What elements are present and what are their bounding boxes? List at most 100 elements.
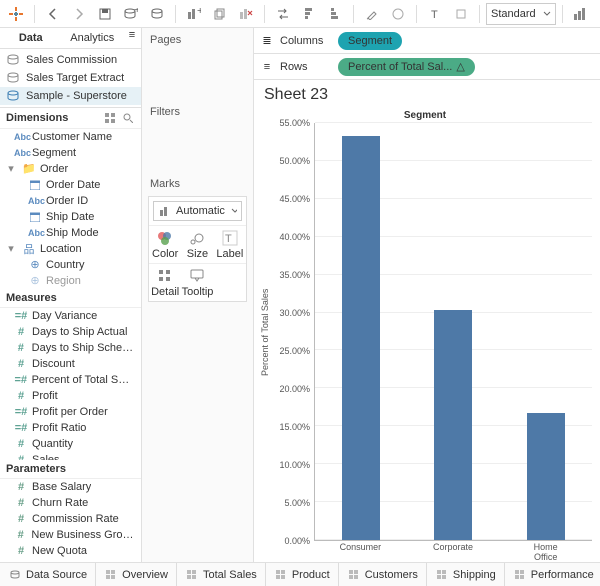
data-source-item[interactable]: Sample - Superstore	[0, 87, 141, 105]
filters-shelf[interactable]	[148, 124, 247, 164]
save-button[interactable]	[93, 3, 117, 25]
search-icon[interactable]	[121, 111, 135, 125]
field-segment[interactable]: AbcSegment	[0, 145, 141, 161]
highlight-button[interactable]	[360, 3, 384, 25]
string-type-icon: Abc	[14, 148, 28, 158]
data-source-item[interactable]: Sales Commission	[0, 51, 141, 69]
y-tick-label: 55.00%	[279, 118, 310, 128]
x-tick-label: Consumer	[314, 541, 407, 562]
field-measure[interactable]: #Profit	[0, 388, 141, 404]
field-order-date[interactable]: Order Date	[0, 177, 141, 193]
field-measure[interactable]: =#Percent of Total Sales	[0, 372, 141, 388]
field-ship-mode[interactable]: AbcShip Mode	[0, 225, 141, 241]
fit-dropdown[interactable]: Standard	[486, 3, 556, 25]
dashboard-icon	[513, 568, 527, 582]
field-measure[interactable]: #Quantity	[0, 436, 141, 452]
clear-sheet-button[interactable]	[234, 3, 258, 25]
sheet-tab[interactable]: Data Source	[0, 563, 96, 586]
new-worksheet-button[interactable]: +	[182, 3, 206, 25]
chevron-down-icon	[231, 207, 237, 215]
labels-button[interactable]: T	[423, 3, 447, 25]
number-type-icon: #	[14, 326, 28, 338]
sheet-tab[interactable]: Performance	[505, 563, 600, 586]
marks-empty-cell	[214, 263, 246, 301]
marks-tooltip-button[interactable]: Tooltip	[181, 263, 213, 301]
bar[interactable]	[527, 413, 565, 540]
datasource-icon	[6, 71, 20, 85]
field-country[interactable]: ⊕Country	[0, 257, 141, 273]
bar[interactable]	[434, 310, 472, 540]
field-customer-name[interactable]: AbcCustomer Name	[0, 129, 141, 145]
view-pane: ≣Columns Segment ≡Rows Percent of Total …	[254, 28, 600, 562]
field-parameter[interactable]: #Churn Rate	[0, 495, 141, 511]
dashboard-icon	[104, 568, 118, 582]
rows-shelf[interactable]: ≡Rows Percent of Total Sal...△	[254, 54, 600, 80]
field-measure[interactable]: =#Profit per Order	[0, 404, 141, 420]
folder-order[interactable]: ▾📁Order	[0, 161, 141, 177]
field-parameter[interactable]: #Base Salary	[0, 479, 141, 495]
pane-options-icon[interactable]: ≡	[123, 28, 141, 42]
number-type-icon: #	[14, 438, 28, 450]
sheet-title[interactable]: Sheet 23	[254, 80, 600, 106]
format-button[interactable]	[449, 3, 473, 25]
field-measure[interactable]: #Days to Ship Actual	[0, 324, 141, 340]
pages-shelf[interactable]	[148, 52, 247, 92]
sheet-tab[interactable]: Total Sales	[177, 563, 266, 586]
y-tick-label: 30.00%	[279, 308, 310, 318]
show-me-button[interactable]	[569, 3, 593, 25]
marks-detail-button[interactable]: Detail	[149, 263, 181, 301]
field-parameter[interactable]: #New Quota	[0, 543, 141, 559]
field-measure[interactable]: =#Day Variance	[0, 308, 141, 324]
new-data-source-button[interactable]: +	[119, 3, 143, 25]
sort-asc-button[interactable]	[297, 3, 321, 25]
marks-type-dropdown[interactable]: Automatic	[153, 201, 242, 221]
field-order-id[interactable]: AbcOrder ID	[0, 193, 141, 209]
marks-color-button[interactable]: Color	[149, 225, 181, 263]
pause-auto-updates-button[interactable]	[145, 3, 169, 25]
columns-shelf[interactable]: ≣Columns Segment	[254, 28, 600, 54]
back-button[interactable]	[41, 3, 65, 25]
y-axis-label: Percent of Total Sales	[258, 123, 272, 541]
y-tick-label: 25.00%	[279, 346, 310, 356]
view-as-icon[interactable]	[103, 111, 117, 125]
chart-plot[interactable]	[314, 123, 592, 541]
field-measure[interactable]: #Days to Ship Sched...	[0, 340, 141, 356]
field-ship-date[interactable]: Ship Date	[0, 209, 141, 225]
field-parameter[interactable]: #Commission Rate	[0, 511, 141, 527]
field-measure[interactable]: #Sales	[0, 452, 141, 460]
dimensions-header: Dimensions	[0, 108, 141, 129]
field-measure[interactable]: =#Profit Ratio	[0, 420, 141, 436]
calc-number-type-icon: =#	[14, 310, 28, 322]
rows-pill[interactable]: Percent of Total Sal...△	[338, 58, 475, 76]
number-type-icon: #	[14, 513, 28, 525]
forward-button[interactable]	[67, 3, 91, 25]
tab-analytics[interactable]: Analytics	[62, 28, 124, 48]
number-type-icon: #	[14, 358, 28, 370]
y-tick-label: 20.00%	[279, 384, 310, 394]
sheet-tab[interactable]: Product	[266, 563, 339, 586]
bar[interactable]	[342, 136, 380, 540]
duplicate-sheet-button[interactable]	[208, 3, 232, 25]
sheet-tab[interactable]: Customers	[339, 563, 427, 586]
y-tick-label: 5.00%	[284, 498, 310, 508]
tab-data[interactable]: Data	[0, 28, 62, 48]
sheet-tab[interactable]: Overview	[96, 563, 177, 586]
field-parameter[interactable]: #New Business Growth	[0, 527, 141, 543]
folder-location[interactable]: ▾品Location	[0, 241, 141, 257]
swap-axes-button[interactable]	[271, 3, 295, 25]
sort-desc-button[interactable]	[323, 3, 347, 25]
marks-size-button[interactable]: Size	[181, 225, 213, 263]
field-measure[interactable]: #Discount	[0, 356, 141, 372]
datasource-icon	[6, 53, 20, 67]
group-button[interactable]	[386, 3, 410, 25]
columns-pill[interactable]: Segment	[338, 32, 402, 50]
calc-number-type-icon: =#	[14, 422, 28, 434]
marks-label-button[interactable]: TLabel	[214, 225, 246, 263]
bar-column	[315, 123, 407, 540]
chart-area: Segment Percent of Total Sales 0.00%5.00…	[254, 106, 600, 562]
data-source-item[interactable]: Sales Target Extract	[0, 69, 141, 87]
sheet-tab[interactable]: Shipping	[427, 563, 505, 586]
rows-icon: ≡	[260, 60, 274, 74]
dashboard-icon	[435, 568, 449, 582]
field-region[interactable]: ⊕Region	[0, 273, 141, 289]
